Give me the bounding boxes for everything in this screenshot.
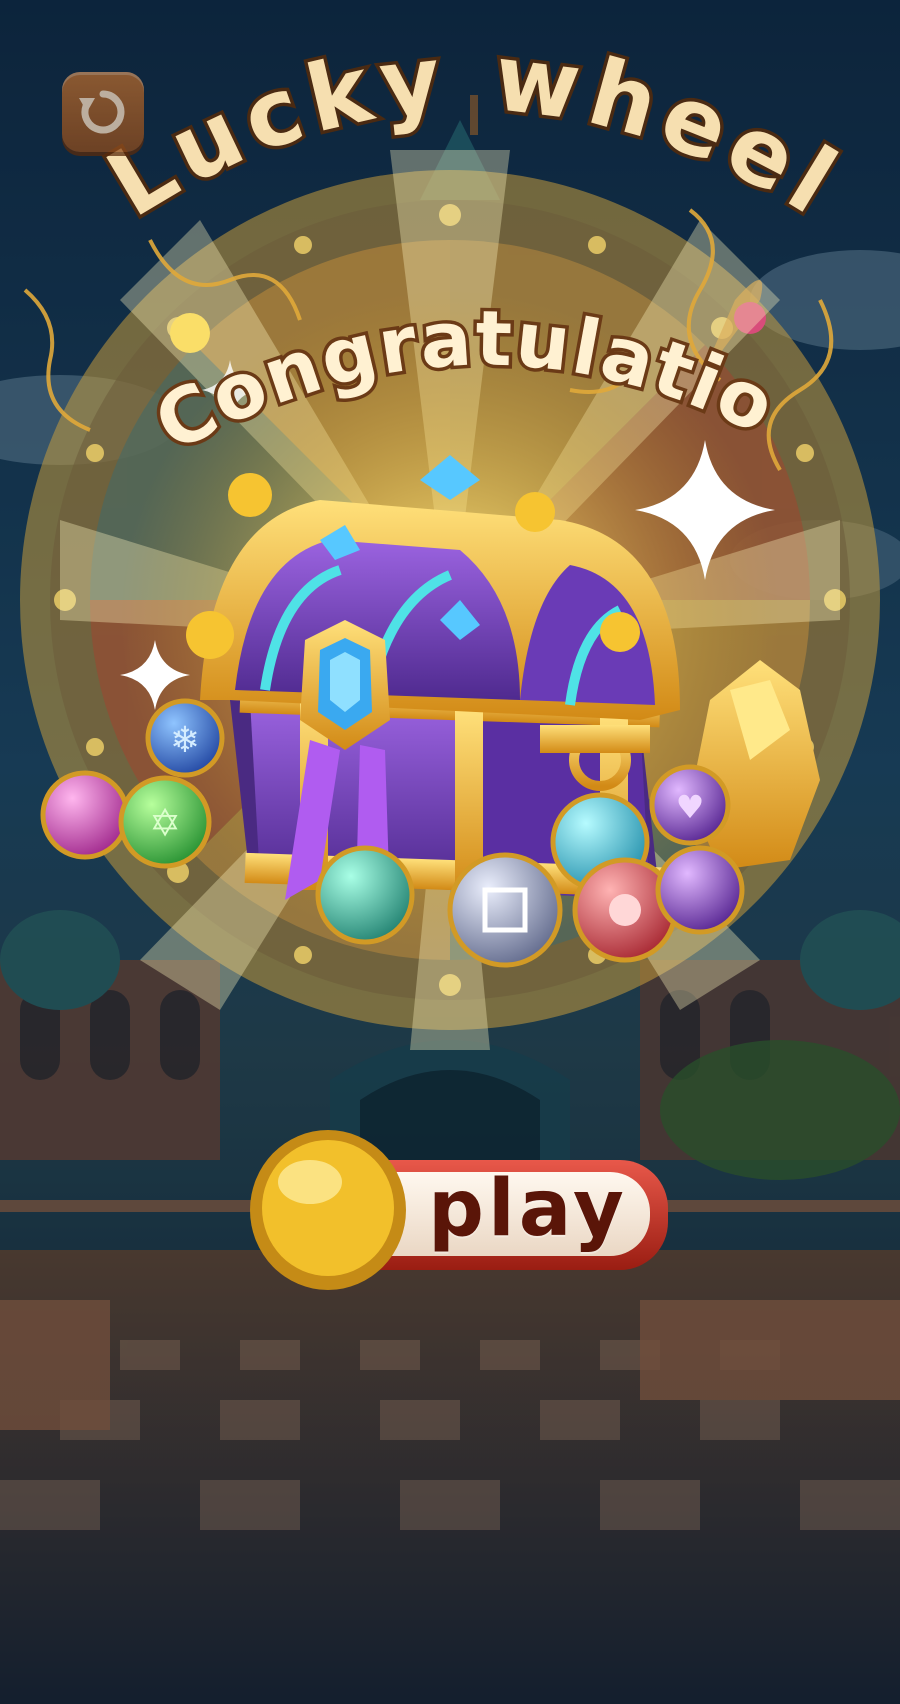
title-text: Lucky wheel bbox=[86, 20, 855, 242]
title-layer: Lucky wheel Congratulatio bbox=[86, 20, 860, 472]
congratulations-text: Congratulatio bbox=[137, 290, 791, 472]
back-arrow-icon bbox=[79, 90, 125, 134]
play-button[interactable]: play bbox=[238, 1120, 678, 1290]
play-button-label: play bbox=[428, 1164, 628, 1254]
back-button[interactable] bbox=[62, 72, 144, 152]
svg-text:Lucky wheel: Lucky wheel bbox=[90, 24, 860, 239]
svg-text:Congratulatio: Congratulatio bbox=[141, 293, 790, 468]
